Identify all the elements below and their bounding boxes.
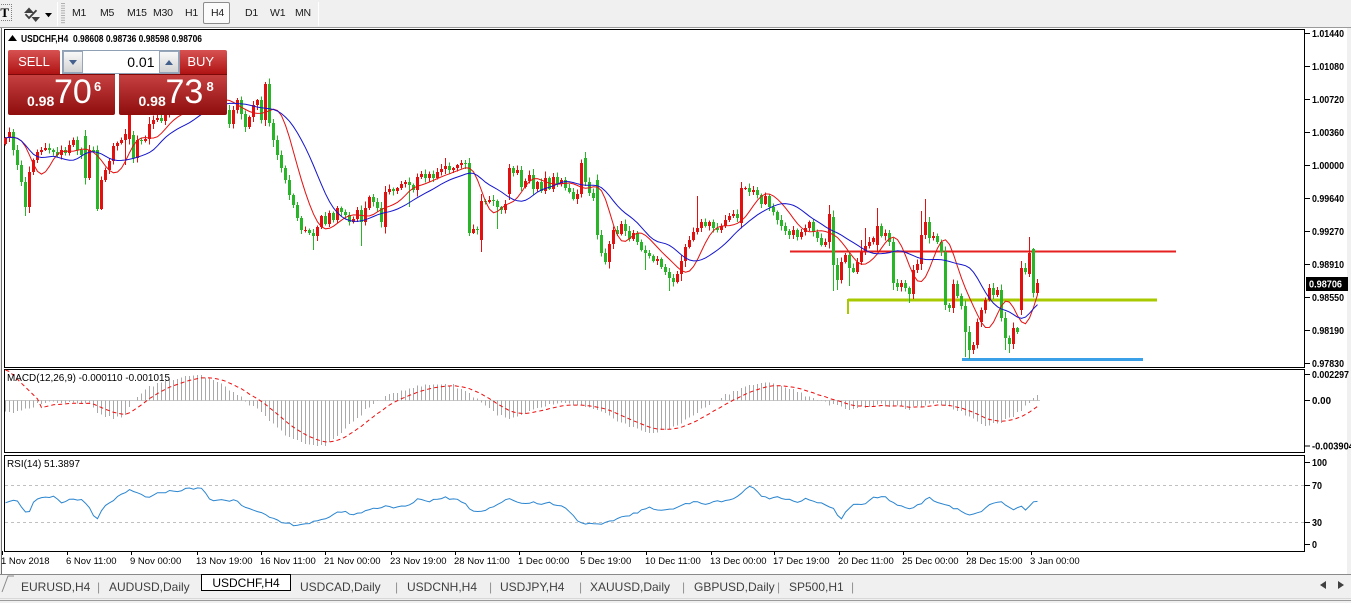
svg-text:0.98910: 0.98910: [1312, 260, 1344, 271]
svg-text:16 Nov 11:00: 16 Nov 11:00: [260, 556, 316, 567]
svg-text:100: 100: [1312, 458, 1327, 469]
svg-text:28 Dec 15:00: 28 Dec 15:00: [966, 556, 1023, 567]
svg-text:1.01440: 1.01440: [1312, 29, 1344, 40]
svg-text:0.99640: 0.99640: [1312, 194, 1344, 205]
svg-text:1.01080: 1.01080: [1312, 62, 1344, 73]
svg-text:0.99270: 0.99270: [1312, 227, 1344, 238]
svg-text:RSI(14) 51.3897: RSI(14) 51.3897: [7, 459, 80, 470]
svg-text:1 Nov 2018: 1 Nov 2018: [1, 556, 50, 567]
svg-text:30: 30: [1312, 518, 1322, 529]
svg-text:0.98550: 0.98550: [1312, 293, 1344, 304]
svg-text:3 Jan 00:00: 3 Jan 00:00: [1030, 556, 1080, 567]
svg-text:5 Dec 19:00: 5 Dec 19:00: [580, 556, 631, 567]
svg-text:20 Dec 11:00: 20 Dec 11:00: [838, 556, 894, 567]
svg-text:0.00: 0.00: [1312, 396, 1331, 407]
svg-text:1.00720: 1.00720: [1312, 95, 1344, 106]
svg-text:6 Nov 11:00: 6 Nov 11:00: [66, 556, 117, 567]
svg-text:1.00360: 1.00360: [1312, 128, 1344, 139]
svg-text:70: 70: [1312, 481, 1322, 492]
svg-text:25 Dec 00:00: 25 Dec 00:00: [902, 556, 959, 567]
svg-text:23 Nov 19:00: 23 Nov 19:00: [390, 556, 447, 567]
svg-text:1.00000: 1.00000: [1312, 161, 1344, 172]
svg-text:1 Dec 00:00: 1 Dec 00:00: [518, 556, 569, 567]
svg-text:17 Dec 19:00: 17 Dec 19:00: [773, 556, 830, 567]
svg-text:0.97830: 0.97830: [1312, 359, 1344, 370]
svg-text:0.98190: 0.98190: [1312, 326, 1344, 337]
svg-text:9 Nov 00:00: 9 Nov 00:00: [130, 556, 181, 567]
svg-text:21 Nov 00:00: 21 Nov 00:00: [324, 556, 381, 567]
svg-text:10 Dec 11:00: 10 Dec 11:00: [645, 556, 701, 567]
svg-text:0.002297: 0.002297: [1312, 370, 1349, 381]
svg-text:13 Dec 00:00: 13 Dec 00:00: [710, 556, 767, 567]
svg-text:0: 0: [1312, 540, 1317, 551]
svg-text:28 Nov 11:00: 28 Nov 11:00: [454, 556, 510, 567]
svg-text:MACD(12,26,9) -0.000110 -0.001: MACD(12,26,9) -0.000110 -0.001015: [7, 373, 170, 384]
svg-text:-0.003904: -0.003904: [1312, 442, 1351, 453]
svg-text:13 Nov 19:00: 13 Nov 19:00: [196, 556, 253, 567]
svg-text:0.98706: 0.98706: [1309, 280, 1342, 291]
svg-text:USDCHF,H4 0.98608 0.98736 0.9: USDCHF,H4 0.98608 0.98736 0.98598 0.9870…: [21, 34, 202, 45]
